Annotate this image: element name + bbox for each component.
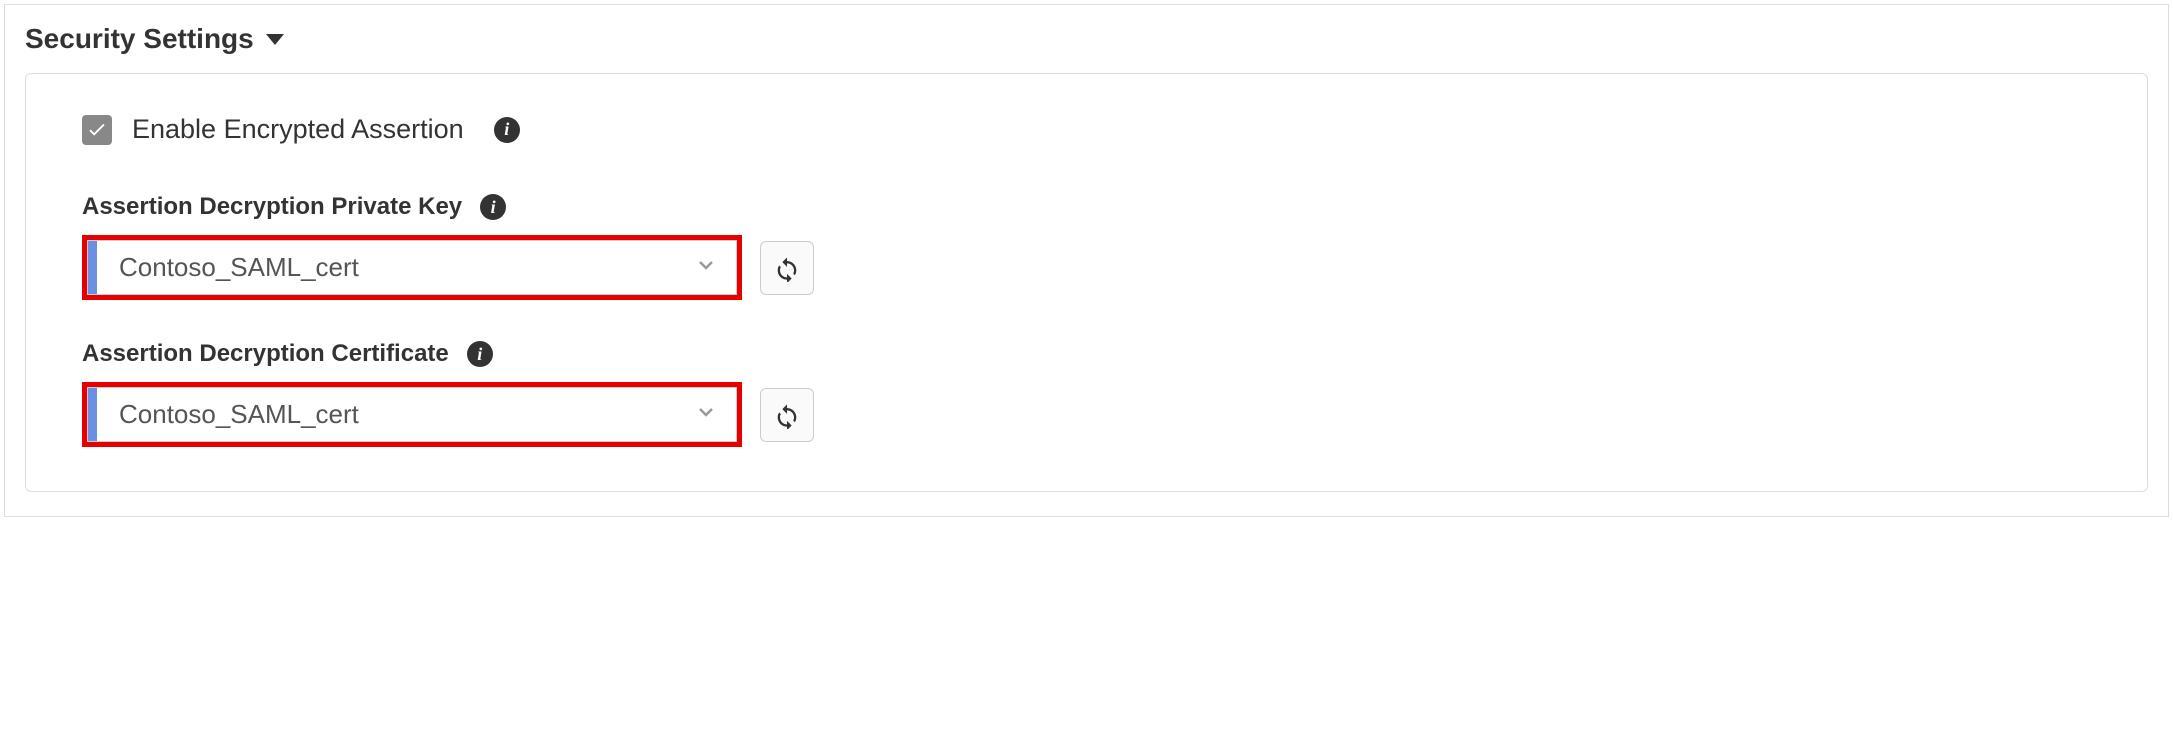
certificate-label: Assertion Decryption Certificate [82, 340, 449, 368]
info-icon[interactable]: i [494, 117, 520, 143]
private-key-input-row: Contoso_SAML_cert [82, 235, 2091, 300]
security-settings-container: Security Settings Enable Encrypted Asser… [4, 4, 2169, 517]
private-key-label: Assertion Decryption Private Key [82, 193, 462, 221]
certificate-refresh-button[interactable] [760, 388, 814, 442]
private-key-highlight: Contoso_SAML_cert [82, 235, 742, 300]
check-icon [86, 119, 108, 141]
enable-encrypted-checkbox[interactable] [82, 115, 112, 145]
section-title: Security Settings [25, 23, 254, 55]
certificate-select[interactable]: Contoso_SAML_cert [87, 387, 737, 442]
chevron-down-icon [694, 400, 736, 429]
settings-panel: Enable Encrypted Assertion i Assertion D… [25, 73, 2148, 492]
certificate-group: Assertion Decryption Certificate i Conto… [82, 340, 2091, 447]
private-key-value: Contoso_SAML_cert [97, 252, 694, 283]
caret-down-icon [266, 34, 284, 45]
info-icon[interactable]: i [467, 341, 493, 367]
enable-encrypted-row: Enable Encrypted Assertion i [82, 114, 2091, 145]
certificate-label-row: Assertion Decryption Certificate i [82, 340, 2091, 368]
private-key-label-row: Assertion Decryption Private Key i [82, 193, 2091, 221]
section-header[interactable]: Security Settings [25, 23, 2148, 55]
certificate-value: Contoso_SAML_cert [97, 399, 694, 430]
private-key-select[interactable]: Contoso_SAML_cert [87, 240, 737, 295]
refresh-icon [773, 401, 801, 429]
private-key-group: Assertion Decryption Private Key i Conto… [82, 193, 2091, 300]
select-accent [88, 388, 97, 441]
refresh-icon [773, 254, 801, 282]
info-icon[interactable]: i [480, 194, 506, 220]
select-accent [88, 241, 97, 294]
chevron-down-icon [694, 253, 736, 282]
enable-encrypted-label: Enable Encrypted Assertion [132, 114, 464, 145]
certificate-highlight: Contoso_SAML_cert [82, 382, 742, 447]
private-key-refresh-button[interactable] [760, 241, 814, 295]
certificate-input-row: Contoso_SAML_cert [82, 382, 2091, 447]
